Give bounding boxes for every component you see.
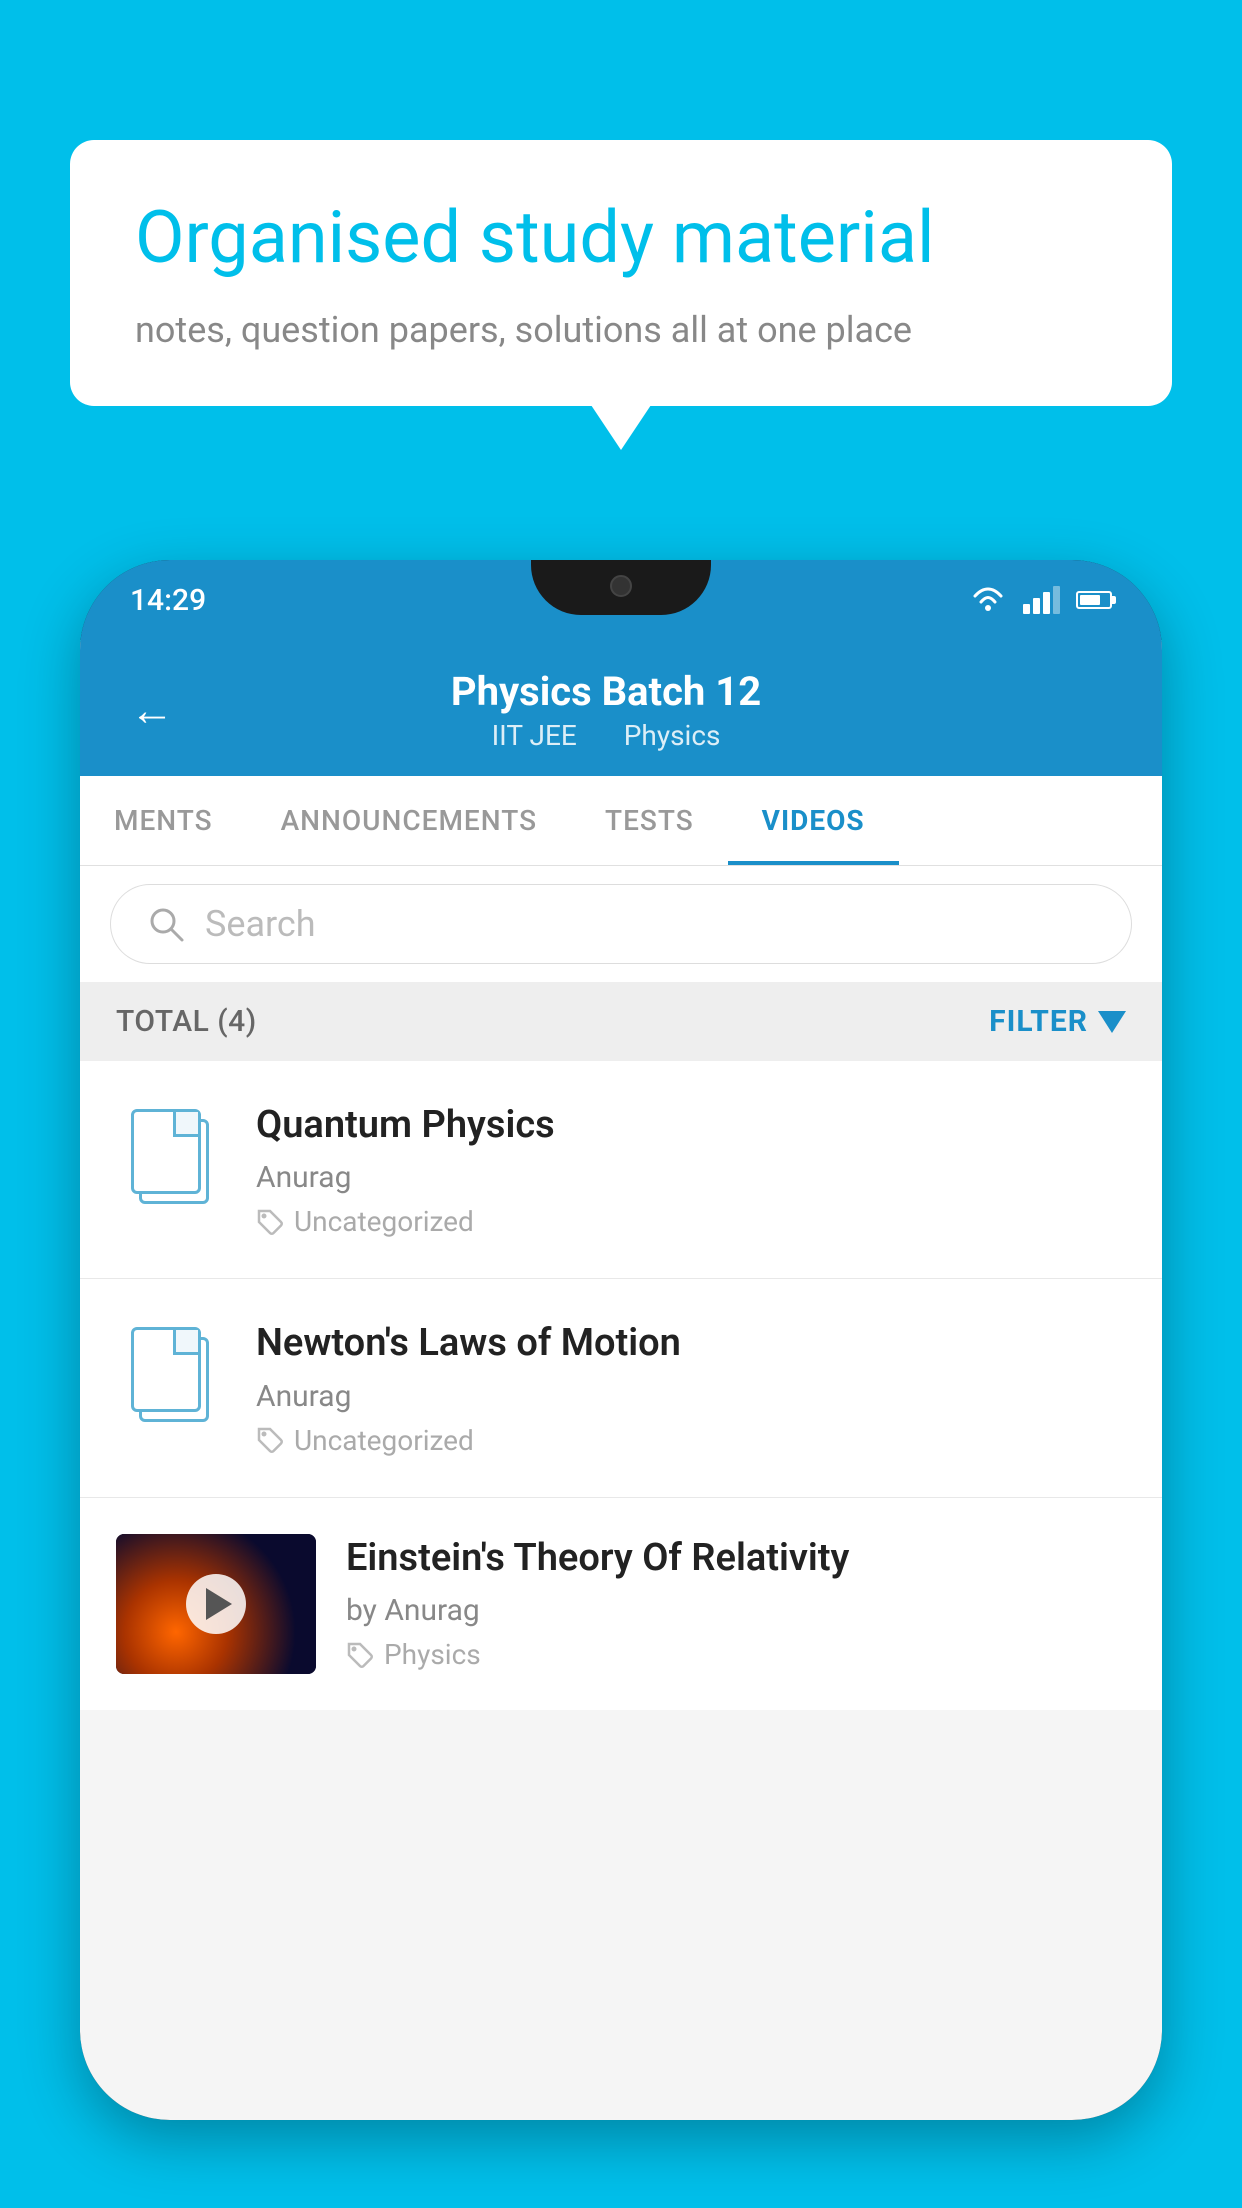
list-item[interactable]: Einstein's Theory Of Relativity by Anura… <box>80 1498 1162 1710</box>
video-title: Quantum Physics <box>256 1101 1126 1150</box>
video-tag: Physics <box>346 1638 1126 1671</box>
header-tag2: Physics <box>624 719 721 752</box>
video-author: Anurag <box>256 1379 1126 1414</box>
filter-button[interactable]: FILTER <box>989 1004 1126 1039</box>
phone-container: 14:29 <box>80 560 1162 2208</box>
app-header: ← Physics Batch 12 IIT JEE Physics <box>80 640 1162 776</box>
search-placeholder: Search <box>205 903 316 945</box>
video-author: by Anurag <box>346 1593 1126 1628</box>
tab-videos[interactable]: VIDEOS <box>728 776 899 865</box>
speech-bubble: Organised study material notes, question… <box>70 140 1172 406</box>
front-camera <box>610 575 632 597</box>
speech-bubble-container: Organised study material notes, question… <box>70 140 1172 406</box>
battery-icon <box>1076 591 1112 609</box>
tag-label: Uncategorized <box>294 1424 474 1457</box>
back-button[interactable]: ← <box>130 684 174 736</box>
phone-screen: ← Physics Batch 12 IIT JEE Physics MENTS… <box>80 640 1162 2120</box>
doc-icon-container <box>116 1101 226 1211</box>
phone-frame: 14:29 <box>80 560 1162 2120</box>
video-info: Newton's Laws of Motion Anurag Uncategor… <box>256 1319 1126 1456</box>
signal-icon <box>1023 586 1060 614</box>
phone-notch <box>531 560 711 615</box>
search-bar[interactable]: Search <box>110 884 1132 964</box>
search-icon <box>147 905 185 943</box>
tag-label: Uncategorized <box>294 1205 474 1238</box>
filter-icon <box>1098 1011 1126 1033</box>
document-icon <box>131 1327 211 1422</box>
video-list: Quantum Physics Anurag Uncategorized <box>80 1061 1162 1710</box>
tag-icon <box>346 1641 374 1669</box>
doc-icon-front <box>131 1327 201 1412</box>
status-icons <box>969 586 1112 614</box>
tag-icon <box>256 1426 284 1454</box>
tag-label: Physics <box>384 1638 481 1671</box>
video-info: Einstein's Theory Of Relativity by Anura… <box>346 1534 1126 1671</box>
filter-label: FILTER <box>989 1004 1088 1039</box>
wifi-icon <box>969 586 1007 614</box>
list-item[interactable]: Quantum Physics Anurag Uncategorized <box>80 1061 1162 1279</box>
tab-tests[interactable]: TESTS <box>571 776 728 865</box>
status-bar: 14:29 <box>80 560 1162 640</box>
video-author: Anurag <box>256 1160 1126 1195</box>
doc-icon-front <box>131 1109 201 1194</box>
header-subtitle: IIT JEE Physics <box>204 719 1008 752</box>
video-thumbnail <box>116 1534 316 1674</box>
tab-ments[interactable]: MENTS <box>80 776 247 865</box>
play-triangle-icon <box>206 1588 232 1620</box>
header-title: Physics Batch 12 <box>204 668 1008 715</box>
speech-bubble-title: Organised study material <box>135 195 1107 281</box>
video-title: Newton's Laws of Motion <box>256 1319 1126 1368</box>
video-info: Quantum Physics Anurag Uncategorized <box>256 1101 1126 1238</box>
speech-bubble-subtitle: notes, question papers, solutions all at… <box>135 309 1107 351</box>
header-tag1: IIT JEE <box>492 719 577 752</box>
document-icon <box>131 1109 211 1204</box>
total-count: TOTAL (4) <box>116 1004 257 1039</box>
video-tag: Uncategorized <box>256 1424 1126 1457</box>
doc-icon-container <box>116 1319 226 1429</box>
filter-bar: TOTAL (4) FILTER <box>80 982 1162 1061</box>
play-button[interactable] <box>186 1574 246 1634</box>
video-tag: Uncategorized <box>256 1205 1126 1238</box>
list-item[interactable]: Newton's Laws of Motion Anurag Uncategor… <box>80 1279 1162 1497</box>
video-title: Einstein's Theory Of Relativity <box>346 1534 1126 1583</box>
tab-announcements[interactable]: ANNOUNCEMENTS <box>247 776 571 865</box>
tab-bar: MENTS ANNOUNCEMENTS TESTS VIDEOS <box>80 776 1162 866</box>
header-title-group: Physics Batch 12 IIT JEE Physics <box>204 668 1008 752</box>
status-time: 14:29 <box>130 583 206 618</box>
search-container: Search <box>80 866 1162 982</box>
tag-icon <box>256 1208 284 1236</box>
